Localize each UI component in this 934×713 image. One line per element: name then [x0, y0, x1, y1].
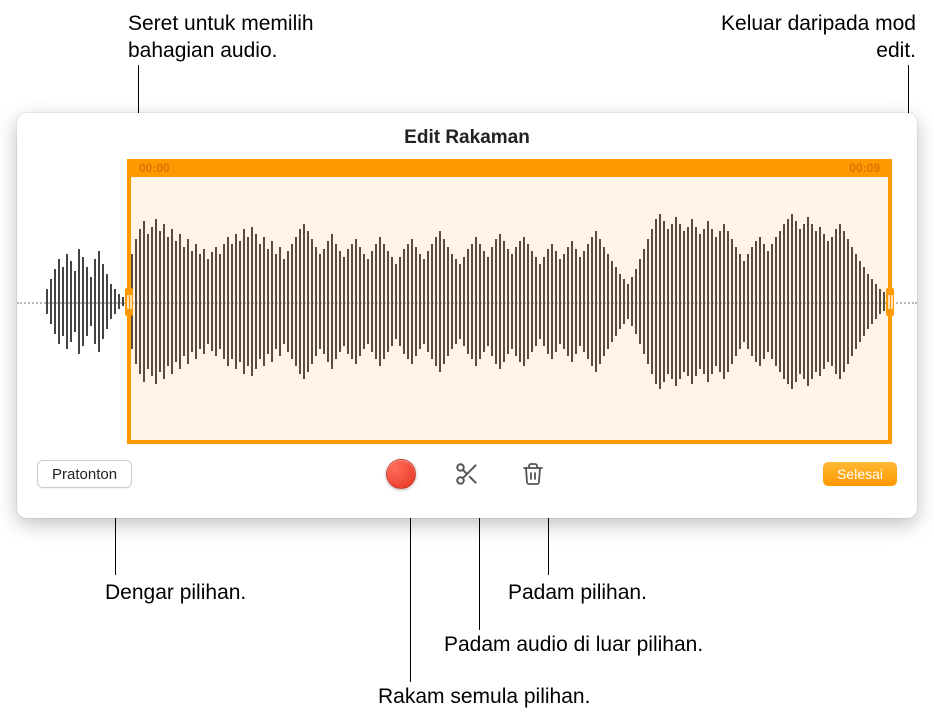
delete-button[interactable] [516, 457, 550, 491]
selection-handle-right[interactable] [886, 288, 894, 316]
trim-button[interactable] [450, 457, 484, 491]
leader-line [548, 510, 549, 575]
center-tools [384, 457, 550, 491]
record-icon [386, 459, 416, 489]
preview-button[interactable]: Pratonton [37, 460, 132, 488]
callout-trim: Padam audio di luar pilihan. [444, 631, 703, 658]
record-button[interactable] [384, 457, 418, 491]
leader-line [479, 510, 480, 630]
scissors-icon [454, 461, 480, 487]
editor-title: Edit Rakaman [17, 113, 917, 159]
callout-drag-select: Seret untuk memilih bahagian audio. [128, 10, 388, 65]
callout-record: Rakam semula pilihan. [378, 683, 590, 710]
selection-handle-left[interactable] [125, 288, 133, 316]
selection-end-time: 00:09 [849, 161, 880, 175]
leader-line [410, 510, 411, 682]
audio-selection[interactable]: 00:00 00:09 [127, 159, 892, 444]
done-button[interactable]: Selesai [823, 462, 897, 486]
waveform-container[interactable]: 00:00 00:09 [17, 159, 917, 444]
audio-editor-panel: Edit Rakaman [17, 113, 917, 518]
selection-start-time: 00:00 [139, 161, 170, 175]
leader-line [115, 510, 116, 575]
trash-icon [521, 461, 545, 487]
callout-delete: Padam pilihan. [508, 579, 647, 606]
callout-preview: Dengar pilihan. [105, 579, 246, 606]
editor-toolbar: Pratonton [17, 444, 917, 504]
callout-exit-edit: Keluar daripada mod edit. [696, 10, 916, 65]
